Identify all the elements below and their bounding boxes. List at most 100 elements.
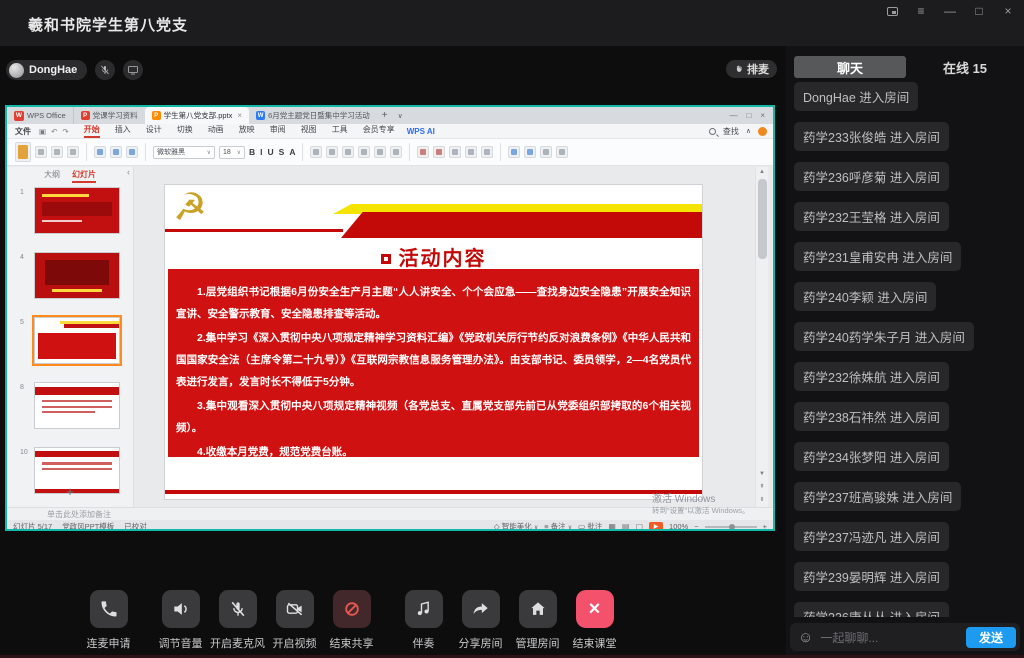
tab-outline[interactable]: 大纲: [44, 169, 60, 183]
notes-button[interactable]: ≡ 备注 ∨: [544, 521, 572, 531]
ribbon-tab-9[interactable]: 会员专享: [363, 124, 395, 138]
slide-thumbnail[interactable]: [34, 317, 120, 364]
toolbar-item-music[interactable]: 伴奏: [395, 590, 452, 651]
wps-doc-tab[interactable]: P党课学习资料: [74, 107, 145, 124]
wps-minimize-icon[interactable]: —: [729, 111, 737, 120]
wps-account-avatar[interactable]: [758, 127, 767, 136]
stop-share-icon[interactable]: [333, 590, 371, 628]
slide-thumbnail[interactable]: [34, 187, 120, 234]
ribbon-button[interactable]: [126, 146, 138, 158]
tab-slides[interactable]: 幻灯片: [72, 169, 96, 183]
menu-file[interactable]: 文件: [7, 126, 39, 137]
font-name-select[interactable]: 微软雅黑∨: [153, 146, 215, 159]
ribbon-button[interactable]: [449, 146, 461, 158]
ribbon-button[interactable]: [417, 146, 429, 158]
ribbon-button[interactable]: [326, 146, 338, 158]
font-style-buttons[interactable]: BIUSA: [249, 147, 295, 157]
menu-icon[interactable]: ≡: [913, 4, 929, 18]
play-slideshow-button[interactable]: ▶: [649, 522, 663, 531]
volume-icon[interactable]: [162, 590, 200, 628]
toolbar-item-stop-share[interactable]: 结束共享: [323, 590, 380, 651]
style-B[interactable]: B: [249, 147, 255, 157]
ribbon-tab-6[interactable]: 审阅: [270, 124, 286, 138]
ribbon-button[interactable]: [374, 146, 386, 158]
close-icon[interactable]: ×: [1000, 4, 1016, 18]
scroll-down-icon[interactable]: ▼: [756, 471, 768, 477]
ribbon-button[interactable]: [465, 146, 477, 158]
ribbon-button[interactable]: [524, 146, 536, 158]
cam-off-icon[interactable]: [276, 590, 314, 628]
panel-collapse-icon[interactable]: ‹: [127, 167, 130, 177]
ribbon-button[interactable]: [342, 146, 354, 158]
presenter-mic-muted-icon[interactable]: [95, 60, 115, 80]
redo-icon[interactable]: ↷: [62, 127, 68, 136]
share-icon[interactable]: [462, 590, 500, 628]
zoom-out-icon[interactable]: −: [694, 522, 698, 531]
collapse-ribbon-icon[interactable]: ∧: [746, 127, 751, 135]
ribbon-button[interactable]: [358, 146, 370, 158]
ribbon-button[interactable]: [310, 146, 322, 158]
toolbar-item-cam-off[interactable]: 开启视频: [266, 590, 323, 651]
wps-close-icon[interactable]: ×: [760, 111, 765, 120]
send-button[interactable]: 发送: [966, 627, 1016, 648]
toolbar-item-home[interactable]: 管理房间: [509, 590, 566, 651]
ribbon-button[interactable]: [556, 146, 568, 158]
save-icon[interactable]: ▣: [39, 127, 46, 136]
find-label[interactable]: 查找: [723, 126, 739, 137]
toolbar-item-share[interactable]: 分享房间: [452, 590, 509, 651]
search-icon[interactable]: [709, 128, 716, 135]
style-I[interactable]: I: [260, 147, 262, 157]
zoom-slider[interactable]: [705, 526, 757, 528]
read-view-icon[interactable]: ▢: [635, 522, 643, 531]
ribbon-tab-1[interactable]: 插入: [115, 124, 131, 138]
wps-maximize-icon[interactable]: □: [746, 111, 751, 120]
toolbar-item-volume[interactable]: 调节音量: [152, 590, 209, 651]
home-icon[interactable]: [519, 590, 557, 628]
toolbar-item-mic-off[interactable]: 开启麦克风: [209, 590, 266, 651]
ribbon-tab-7[interactable]: 视图: [301, 124, 317, 138]
style-S[interactable]: S: [279, 147, 285, 157]
ribbon-button[interactable]: [94, 146, 106, 158]
ribbon-button[interactable]: [110, 146, 122, 158]
tab-online[interactable]: 在线 15: [906, 56, 1024, 78]
new-tab-button[interactable]: +: [377, 107, 393, 124]
toolbar-item-phone[interactable]: 连麦申请: [80, 590, 137, 651]
ribbon-tab-5[interactable]: 放映: [239, 124, 255, 138]
presenter-screen-icon[interactable]: [123, 60, 143, 80]
ribbon-button[interactable]: [481, 146, 493, 158]
raise-hand-queue-button[interactable]: 排麦: [726, 60, 777, 78]
close-icon[interactable]: ×: [576, 590, 614, 628]
maximize-icon[interactable]: □: [971, 4, 987, 18]
minimize-icon[interactable]: —: [942, 4, 958, 18]
tab-chat[interactable]: 聊天: [794, 56, 906, 78]
scroll-up-icon[interactable]: ▲: [756, 169, 768, 175]
presenter-pill[interactable]: DongHae: [6, 60, 87, 80]
pip-icon[interactable]: [884, 4, 900, 18]
style-U[interactable]: U: [268, 147, 274, 157]
ribbon-button[interactable]: [35, 146, 47, 158]
tab-close-icon[interactable]: ×: [237, 111, 242, 120]
undo-icon[interactable]: ↶: [51, 127, 57, 136]
ribbon-tab-4[interactable]: 动画: [208, 124, 224, 138]
ribbon-tab-0[interactable]: 开始: [84, 124, 100, 138]
chat-input-bar[interactable]: ☺ 一起聊聊... 发送: [790, 623, 1020, 651]
wps-doc-tab[interactable]: P学生第八党支部.pptx×: [145, 107, 249, 124]
vertical-scrollbar[interactable]: ▲ ▼ ⇞ ⇟: [755, 167, 768, 507]
music-icon[interactable]: [405, 590, 443, 628]
slide-thumbnail[interactable]: [34, 252, 120, 299]
add-slide-button[interactable]: +: [7, 484, 133, 499]
emoji-icon[interactable]: ☺: [798, 629, 813, 646]
scrollbar-thumb[interactable]: [758, 179, 767, 259]
ribbon-button[interactable]: [433, 146, 445, 158]
beautify-button[interactable]: ◇ 智能美化 ∨: [494, 521, 538, 531]
wps-home-tab[interactable]: W WPS Office: [7, 107, 74, 124]
ribbon-button[interactable]: [390, 146, 402, 158]
comments-button[interactable]: ▭ 批注: [578, 521, 602, 531]
font-size-select[interactable]: 18∨: [219, 146, 245, 159]
wps-ai-button[interactable]: WPS AI: [407, 127, 435, 136]
ribbon-tab-3[interactable]: 切换: [177, 124, 193, 138]
zoom-in-icon[interactable]: +: [763, 522, 767, 531]
mic-off-icon[interactable]: [219, 590, 257, 628]
wps-doc-tab[interactable]: W6月党主题党日暨集中学习活动: [249, 107, 377, 124]
ribbon-button[interactable]: [67, 146, 79, 158]
